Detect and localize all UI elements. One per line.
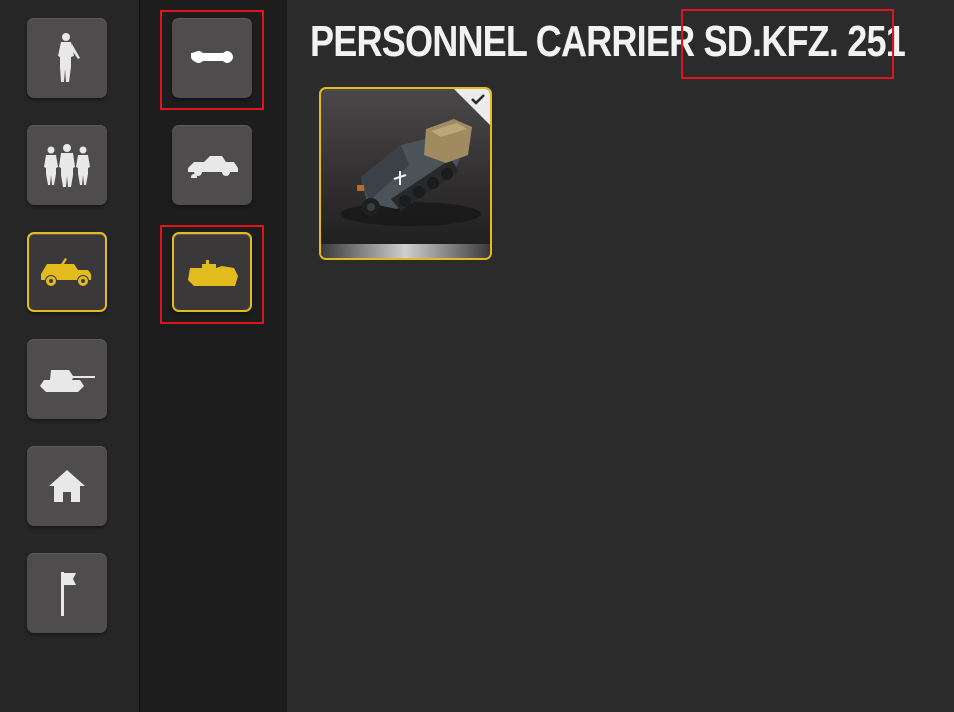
unit-card-halftrack[interactable]	[319, 87, 492, 260]
subcategory-truck-button[interactable]	[172, 18, 252, 98]
armored-car-icon	[188, 156, 238, 178]
truck-icon	[191, 51, 233, 63]
soldier-icon	[58, 33, 80, 82]
flag-icon	[61, 572, 76, 616]
unit-card-level-bar	[321, 244, 490, 258]
category-tank-button[interactable]	[27, 339, 107, 419]
house-icon	[49, 470, 85, 502]
category-vehicle-button[interactable]	[27, 232, 107, 312]
subcategory-sidebar	[140, 0, 287, 712]
checkmark-icon	[454, 89, 490, 125]
halftrack-icon	[188, 260, 238, 286]
category-flag-button[interactable]	[27, 553, 107, 633]
page-title: PERSONNEL CARRIER SD.KFZ. 251	[310, 17, 906, 66]
subcategory-halftrack-button[interactable]	[172, 232, 252, 312]
category-squad-button[interactable]	[27, 125, 107, 205]
tank-icon	[40, 370, 95, 392]
squad-icon	[44, 144, 90, 187]
category-building-button[interactable]	[27, 446, 107, 526]
category-soldier-button[interactable]	[27, 18, 107, 98]
subcategory-armored-car-button[interactable]	[172, 125, 252, 205]
category-sidebar	[0, 0, 140, 712]
jeep-icon	[41, 258, 91, 287]
